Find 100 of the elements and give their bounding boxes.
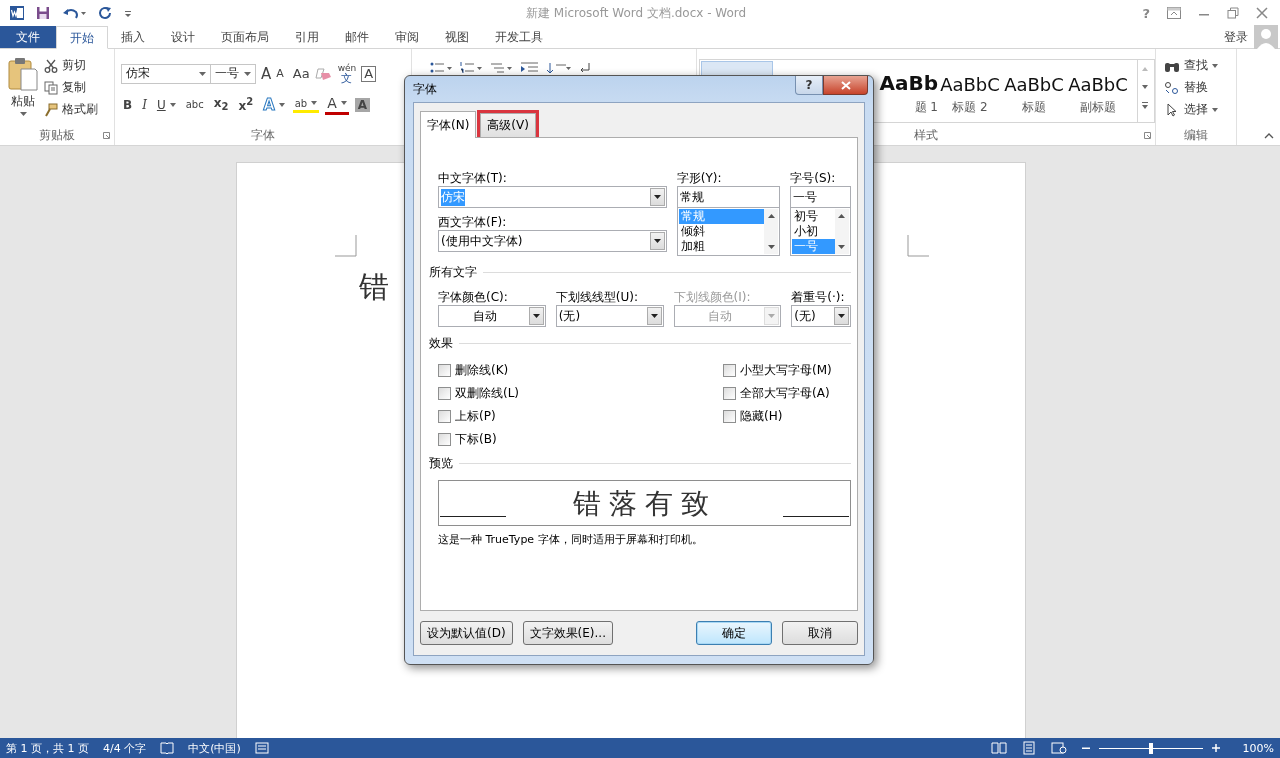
language-indicator[interactable]: 中文(中国) [188,740,241,756]
style-item[interactable]: AaBbC 副标题 [1066,60,1130,122]
ribbon-tab[interactable]: 设计 [158,26,208,48]
ribbon-tab[interactable]: 开发工具 [482,26,556,48]
scroll-down-icon[interactable] [767,245,775,249]
ribbon-tab[interactable]: 开始 [56,26,108,49]
format-button[interactable]: B [121,96,135,113]
option-dropdown[interactable]: (无) [791,305,851,327]
scroll-down-icon[interactable] [838,245,846,249]
ribbon-tab[interactable]: 页面布局 [208,26,282,48]
checkbox-option[interactable]: 隐藏(H) [723,408,832,424]
dialog-launcher-icon[interactable] [103,132,110,139]
editing-action[interactable]: 查找 [1164,57,1236,74]
clipboard-action[interactable]: 剪切 [44,57,98,74]
scroll-up-icon[interactable] [767,214,775,218]
style-item[interactable]: AaBbC 标题 [1002,60,1066,122]
checkbox[interactable] [723,363,736,377]
checkbox[interactable] [438,386,451,400]
dialog-button[interactable]: 设为默认值(D) [420,621,513,645]
list-option[interactable]: 倾斜 [678,224,765,239]
ribbon-tab[interactable]: 邮件 [332,26,382,48]
change-case-button[interactable]: Aa [292,66,310,81]
checkbox[interactable] [723,409,736,423]
ribbon-tab[interactable]: 插入 [108,26,158,48]
font-size-field[interactable]: 一号 [790,186,851,208]
editing-action[interactable]: 选择 [1164,101,1236,118]
dialog-tab[interactable]: 高级(V) [480,113,536,137]
close-button[interactable] [823,76,868,95]
web-layout-icon[interactable] [1050,742,1067,754]
collapse-ribbon-icon[interactable] [1264,133,1274,139]
paste-button[interactable]: 粘贴 [8,57,38,125]
paragraph-mark-icon[interactable] [578,61,592,75]
clipboard-action[interactable]: 格式刷 [44,101,98,118]
page-count[interactable]: 第 1 页，共 1 页 [6,740,89,756]
zoom-in-icon[interactable] [1210,743,1221,753]
checkbox[interactable] [438,432,451,446]
word-count[interactable]: 4/4 个字 [103,740,147,756]
clipboard-action[interactable]: 复制 [44,79,98,96]
print-layout-icon[interactable] [1020,741,1037,755]
restore-icon[interactable] [1227,7,1239,19]
help-button[interactable]: ? [1142,5,1150,21]
help-button[interactable]: ? [795,76,823,95]
save-icon[interactable] [35,5,51,21]
scroll-up-icon[interactable] [838,214,846,218]
zoom-slider[interactable] [1098,742,1203,754]
checkbox-option[interactable]: 上标(P) [438,408,723,424]
format-button[interactable]: A [354,97,371,112]
option-dropdown[interactable]: (无) [555,305,664,327]
format-button[interactable]: abc [183,98,206,111]
checkbox[interactable] [438,409,451,423]
close-icon[interactable] [1256,7,1268,19]
phonetic-guide-button[interactable]: wén 文 [337,63,357,84]
dialog-button[interactable]: 文字效果(E)... [522,621,613,645]
grow-font-button[interactable]: A [261,64,272,83]
checkbox[interactable] [438,363,451,377]
checkbox-option[interactable]: 双删除线(L) [438,385,723,401]
checkbox-option[interactable]: 小型大写字母(M) [723,362,832,378]
checkbox-option[interactable]: 删除线(K) [438,362,723,378]
western-font-dropdown[interactable]: (使用中文字体) [438,230,667,252]
format-button[interactable]: x$^{2}$ [236,95,256,114]
shrink-font-button[interactable]: A [276,67,284,80]
multilevel-list-icon[interactable] [490,61,514,75]
ribbon-tab[interactable]: 视图 [432,26,482,48]
ribbon-tab[interactable]: 文件 [0,26,56,48]
dialog-button[interactable]: 取消 [782,621,858,645]
font-size-dropdown[interactable]: 一号 [210,63,256,84]
sign-in-link[interactable]: 登录 [1224,28,1248,46]
option-dropdown[interactable]: 自动 [438,305,546,327]
proofing-book-icon[interactable] [160,742,175,754]
ribbon-tab[interactable]: 引用 [282,26,332,48]
dialog-button[interactable]: 确定 [696,621,772,645]
zoom-level[interactable]: 100% [1242,741,1274,755]
checkbox-option[interactable]: 全部大写字母(A) [723,385,832,401]
font-name-dropdown[interactable]: 仿宋 [121,63,211,84]
ribbon-tab[interactable]: 审阅 [382,26,432,48]
list-option[interactable]: 初号 [792,209,835,224]
ribbon-display-icon[interactable] [1167,7,1181,19]
sort-icon[interactable] [546,61,572,75]
character-border-button[interactable]: A [361,65,377,82]
zoom-slider-thumb[interactable] [1148,743,1153,754]
dialog-tab[interactable]: 字体(N) [420,111,477,138]
numbered-list-icon[interactable] [460,61,484,75]
list-option[interactable]: 小初 [792,224,835,239]
format-button[interactable]: U [154,96,178,113]
format-button[interactable]: I [140,96,149,113]
format-button[interactable]: x$_{2}$ [211,95,231,114]
dialog-launcher-icon[interactable] [1144,132,1151,139]
font-style-field[interactable]: 常规 [676,186,781,208]
editing-action[interactable]: 替换 [1164,79,1236,96]
format-button[interactable]: ab [292,96,320,113]
bullet-list-icon[interactable] [430,61,454,75]
redo-icon[interactable] [97,5,113,21]
checkbox[interactable] [723,386,736,400]
list-option[interactable]: 加粗 [678,239,765,254]
style-item[interactable]: AaBbC 标题 2 [938,60,1002,122]
format-button[interactable]: A [261,94,287,115]
macro-record-icon[interactable] [254,742,269,754]
read-mode-icon[interactable] [990,742,1007,754]
checkbox-option[interactable]: 下标(B) [438,431,723,447]
format-button[interactable]: A [325,94,349,115]
